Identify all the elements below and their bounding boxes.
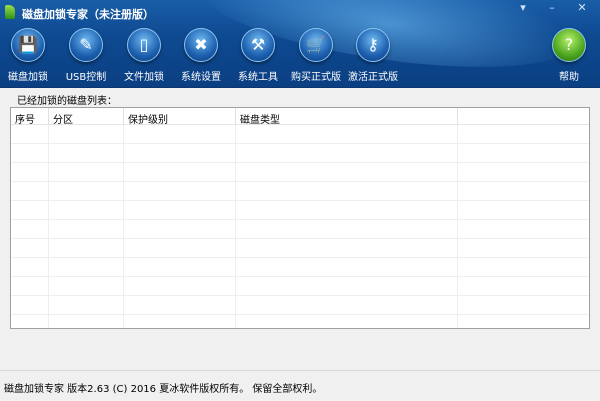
floppy-disk-icon: 💾 bbox=[11, 28, 45, 62]
table-header: 序号 分区 保护级别 磁盘类型 bbox=[11, 108, 589, 126]
window-title: 磁盘加锁专家（未注册版） bbox=[22, 8, 154, 21]
wrench-icon: ⚒ bbox=[241, 28, 275, 62]
toolbar-label: 购买正式版 bbox=[291, 72, 341, 83]
toolbar-system-tools[interactable]: ⚒ 系统工具 bbox=[229, 28, 287, 83]
title-toolbar-area: 磁盘加锁专家（未注册版） ▾ – ✕ 💾 磁盘加锁 ✎ USB控制 ▯ 文件加锁 ✖ 系… bbox=[0, 0, 600, 88]
toolbar-usb-control[interactable]: ✎ USB控制 bbox=[57, 28, 115, 83]
usb-drive-icon: ✎ bbox=[69, 28, 103, 62]
toolbar-file-lock[interactable]: ▯ 文件加锁 bbox=[115, 28, 173, 83]
close-button[interactable]: ✕ bbox=[571, 1, 593, 14]
tools-icon: ✖ bbox=[184, 28, 218, 62]
help-icon: ? bbox=[552, 28, 586, 62]
locked-disk-table[interactable]: 序号 分区 保护级别 磁盘类型 bbox=[10, 107, 590, 329]
cart-icon: 🛒 bbox=[299, 28, 333, 62]
minimize-button[interactable]: – bbox=[541, 1, 563, 14]
toolbar-label: 系统设置 bbox=[181, 72, 221, 83]
toolbar-disk-lock[interactable]: 💾 磁盘加锁 bbox=[0, 28, 57, 83]
key-icon: ⚷ bbox=[356, 28, 390, 62]
column-header-index[interactable]: 序号 bbox=[11, 108, 49, 126]
toolbar-help[interactable]: ? 帮助 bbox=[540, 28, 598, 83]
toolbar-label: 系统工具 bbox=[238, 72, 278, 83]
column-header-protection-level[interactable]: 保护级别 bbox=[124, 108, 236, 126]
toolbar-label: 文件加锁 bbox=[124, 72, 164, 83]
column-header-disk-type[interactable]: 磁盘类型 bbox=[236, 108, 458, 126]
menu-dropdown-button[interactable]: ▾ bbox=[512, 1, 534, 14]
toolbar-label: USB控制 bbox=[65, 72, 107, 83]
toolbar-label: 激活正式版 bbox=[348, 72, 398, 83]
status-bar: 磁盘加锁专家 版本2.63 (C) 2016 夏冰软件版权所有。 保留全部权利。 bbox=[0, 370, 600, 401]
locked-disk-list-label: 已经加锁的磁盘列表： bbox=[17, 96, 117, 107]
toolbar-label: 磁盘加锁 bbox=[8, 72, 48, 83]
toolbar-label: 帮助 bbox=[559, 72, 579, 83]
app-icon bbox=[5, 5, 15, 19]
table-body bbox=[11, 125, 589, 328]
column-header-empty bbox=[458, 108, 589, 124]
document-icon: ▯ bbox=[127, 28, 161, 62]
toolbar-activate[interactable]: ⚷ 激活正式版 bbox=[344, 28, 402, 83]
toolbar-system-settings[interactable]: ✖ 系统设置 bbox=[172, 28, 230, 83]
column-header-partition[interactable]: 分区 bbox=[49, 108, 124, 126]
toolbar-buy[interactable]: 🛒 购买正式版 bbox=[287, 28, 345, 83]
